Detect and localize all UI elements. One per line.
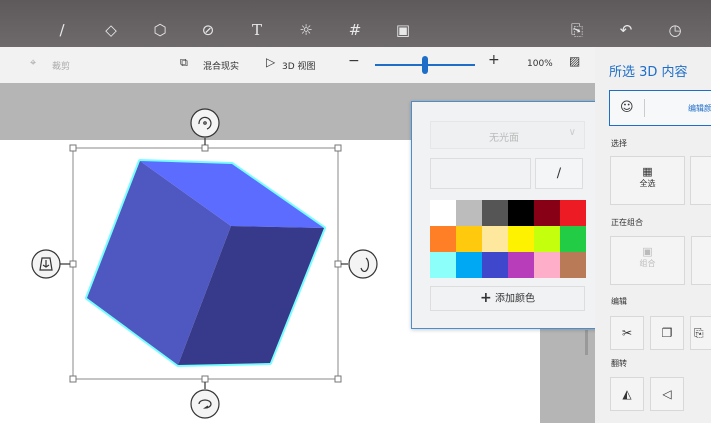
color-picker-popup: 无光面 ∨ ∕ + 添加颜色 [411, 101, 602, 329]
undo-icon[interactable]: ↶ [616, 20, 636, 40]
color-swatch[interactable] [508, 200, 534, 226]
flip-horizontal-icon: ◭ [622, 387, 632, 401]
flip-vertical-button[interactable]: ◁ [650, 377, 684, 411]
color-swatch[interactable] [456, 226, 482, 252]
cut-button[interactable]: ✂ [610, 316, 644, 350]
add-color-label: 添加颜色 [494, 293, 535, 305]
selected-3d-object[interactable] [0, 0, 420, 423]
color-swatch[interactable] [560, 252, 586, 278]
resize-handle [69, 144, 77, 152]
color-swatch[interactable] [560, 200, 586, 226]
resize-handle [334, 375, 342, 383]
plus-icon: + [480, 290, 492, 306]
flip-section-label: 翻转 [611, 359, 627, 368]
copy-button[interactable]: ❐ [650, 316, 684, 350]
select-all-button[interactable]: ▦ 全选 [610, 156, 685, 205]
palette-icon: ☺ [620, 100, 634, 115]
rotate-y-icon [348, 249, 378, 279]
select-section-label: 选择 [611, 139, 627, 148]
color-swatch[interactable] [430, 200, 456, 226]
paste-icon[interactable]: ⎘ [567, 20, 587, 40]
color-swatch[interactable] [508, 252, 534, 278]
color-swatch[interactable] [534, 226, 560, 252]
flip-vertical-icon: ◁ [662, 387, 672, 401]
resize-handle [201, 375, 209, 383]
resize-handle [334, 144, 342, 152]
finish-dropdown[interactable]: 无光面 ∨ [430, 121, 585, 149]
group-button[interactable]: ▣ 组合 [610, 236, 685, 285]
color-swatch[interactable] [482, 226, 508, 252]
history-icon[interactable]: ◷ [665, 20, 685, 40]
eyedropper-icon: ∕ [556, 166, 562, 181]
color-swatch[interactable] [534, 252, 560, 278]
color-swatch[interactable] [482, 200, 508, 226]
edit-section-label: 编辑 [611, 297, 627, 306]
color-swatch[interactable] [456, 252, 482, 278]
select-all-label: 全选 [639, 179, 656, 188]
color-swatch[interactable] [456, 200, 482, 226]
resize-handle [334, 260, 342, 268]
color-swatch[interactable] [430, 252, 456, 278]
scissors-icon: ✂ [621, 326, 633, 340]
color-swatch[interactable] [534, 200, 560, 226]
select-button-2[interactable] [690, 156, 711, 205]
color-swatch[interactable] [508, 226, 534, 252]
color-preview [430, 158, 531, 189]
zoom-level: 100% [527, 59, 553, 69]
zoom-slider-thumb[interactable] [422, 56, 428, 74]
flip-horizontal-button[interactable]: ◭ [610, 377, 644, 411]
ungroup-button[interactable] [691, 236, 711, 285]
copy-icon: ❐ [661, 326, 673, 340]
rotate-z-icon [190, 108, 220, 138]
edit-color-button[interactable]: ☺ 编辑颜色 [609, 90, 711, 126]
scrollbar[interactable] [585, 330, 588, 355]
image-view-icon[interactable]: ▨ [569, 54, 580, 68]
eyedropper-button[interactable]: ∕ [535, 158, 583, 189]
resize-handle [69, 260, 77, 268]
group-icon: ▣ [642, 245, 653, 258]
finish-dropdown-value: 无光面 [489, 133, 519, 144]
resize-handle [201, 144, 209, 152]
paste-button[interactable]: ⎘ [690, 316, 711, 350]
group-section-label: 正在组合 [611, 218, 643, 227]
edit-color-label: 编辑颜色 [688, 104, 711, 113]
color-swatch[interactable] [430, 226, 456, 252]
group-label: 组合 [639, 259, 656, 268]
sidebar: 所选 3D 内容 ☺ 编辑颜色 选择 ▦ 全选 正在组合 ▣ 组合 编辑 ✂ ❐… [595, 47, 711, 423]
color-swatch[interactable] [482, 252, 508, 278]
zoom-in-button[interactable]: + [488, 52, 500, 68]
paste-icon: ⎘ [694, 326, 704, 340]
color-swatches [430, 200, 586, 278]
chevron-down-icon: ∨ [568, 127, 576, 138]
rotate-x-icon [190, 389, 220, 419]
add-color-button[interactable]: + 添加颜色 [430, 286, 585, 311]
select-all-icon: ▦ [642, 165, 653, 178]
resize-handle [69, 375, 77, 383]
color-swatch[interactable] [560, 226, 586, 252]
sidebar-title: 所选 3D 内容 [609, 65, 688, 80]
